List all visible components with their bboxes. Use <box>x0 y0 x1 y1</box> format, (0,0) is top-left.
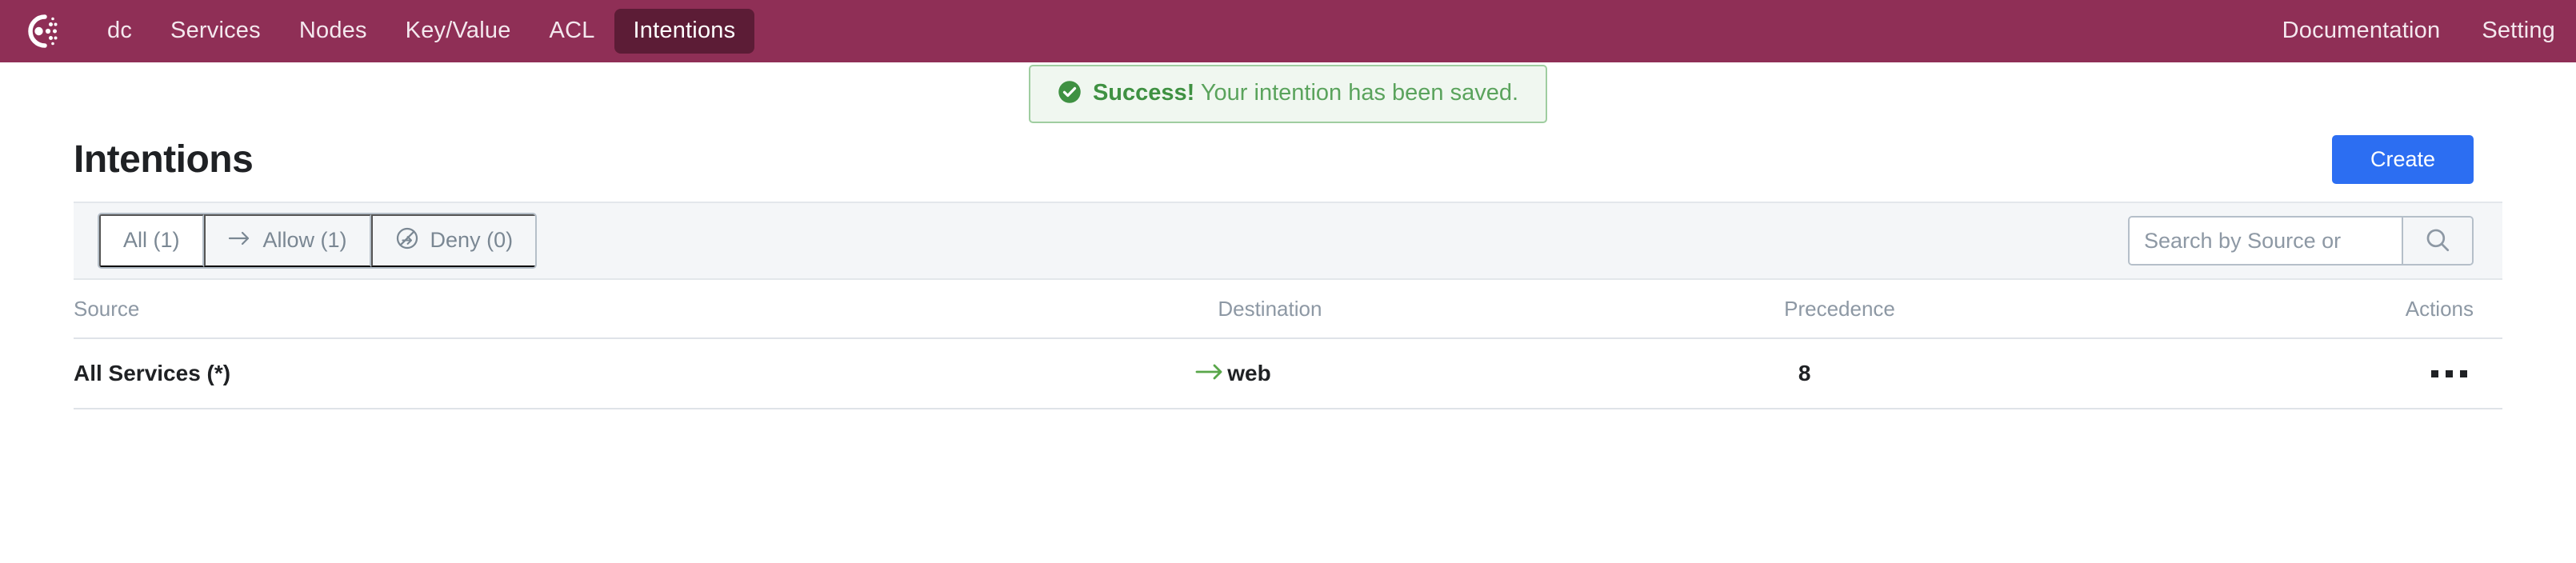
table-header-row: Source Destination Precedence Actions <box>74 280 2502 339</box>
filter-tab-allow-label: Allow (1) <box>262 228 347 253</box>
top-navigation-bar: dc Services Nodes Key/Value ACL Intentio… <box>0 0 2576 62</box>
filter-tab-deny-label: Deny (0) <box>430 228 514 253</box>
notification-title: Success! <box>1092 80 1195 106</box>
arrow-right-icon <box>228 229 252 253</box>
nav-item-dc[interactable]: dc <box>88 9 151 54</box>
cell-actions <box>2425 362 2474 385</box>
kebab-dot-1 <box>2431 369 2438 377</box>
intention-filter-tabs: All (1) Allow (1) Deny (0) <box>98 212 538 270</box>
check-circle-icon <box>1058 80 1082 108</box>
kebab-menu-icon[interactable] <box>2425 362 2474 385</box>
notification-area: Success! Your intention has been saved. <box>0 62 2576 125</box>
search-button[interactable] <box>2402 218 2472 264</box>
nav-item-intentions[interactable]: Intentions <box>614 9 755 54</box>
kebab-dot-2 <box>2446 369 2453 377</box>
table-row[interactable]: All Services (*) web 8 <box>74 339 2502 409</box>
nav-item-nodes[interactable]: Nodes <box>280 9 386 54</box>
nav-item-services[interactable]: Services <box>151 9 280 54</box>
nav-right-group: Documentation Setting <box>2262 9 2576 54</box>
filter-tab-all-label: All (1) <box>123 228 180 253</box>
cell-source: All Services (*) <box>74 361 1227 387</box>
intentions-table: Source Destination Precedence Actions Al… <box>74 280 2502 409</box>
nav-item-acl[interactable]: ACL <box>530 9 614 54</box>
column-header-source: Source <box>74 296 140 321</box>
notification-message: Success! Your intention has been saved. <box>1092 80 1519 106</box>
nav-item-key-value[interactable]: Key/Value <box>386 9 530 54</box>
intention-allow-arrow-icon <box>1194 361 1227 387</box>
search-input[interactable] <box>2130 218 2402 264</box>
nav-item-settings[interactable]: Setting <box>2461 9 2576 54</box>
filter-toolbar: All (1) Allow (1) Deny (0) <box>74 202 2502 280</box>
deny-circle-icon <box>395 226 419 256</box>
filter-tab-deny[interactable]: Deny (0) <box>370 214 536 268</box>
cell-destination: web <box>1227 360 1271 385</box>
column-header-actions: Actions <box>2405 296 2474 321</box>
nav-left-group: dc Services Nodes Key/Value ACL Intentio… <box>18 8 755 54</box>
search-group <box>2128 216 2474 266</box>
source-label: All Services (*) <box>74 360 231 385</box>
search-icon <box>2424 226 2451 256</box>
kebab-dot-3 <box>2460 369 2467 377</box>
consul-logo-icon[interactable] <box>18 8 64 54</box>
column-header-destination: Destination <box>1218 296 1322 321</box>
cell-precedence: 8 <box>1798 360 1811 385</box>
page-title: Intentions <box>74 138 254 181</box>
success-notification: Success! Your intention has been saved. <box>1028 64 1548 123</box>
filter-tab-allow[interactable]: Allow (1) <box>203 214 371 268</box>
filter-tab-all[interactable]: All (1) <box>99 214 204 268</box>
page-header: Intentions Create <box>0 125 2576 194</box>
nav-item-documentation[interactable]: Documentation <box>2262 9 2462 54</box>
notification-body: Your intention has been saved. <box>1200 80 1519 106</box>
create-button[interactable]: Create <box>2331 134 2474 184</box>
column-header-precedence: Precedence <box>1784 296 1895 321</box>
